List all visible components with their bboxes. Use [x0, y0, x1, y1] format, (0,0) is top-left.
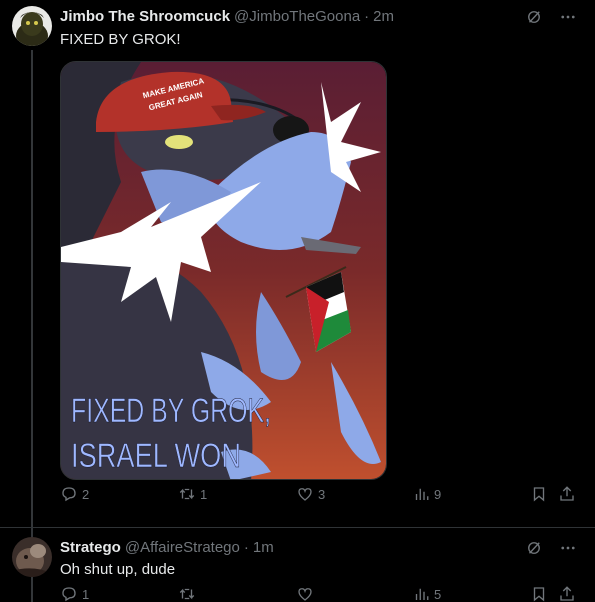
views-button[interactable]: 9	[412, 485, 441, 503]
tweet[interactable]: Stratego @AffaireStratego · 1m Oh shut u…	[0, 527, 595, 602]
timestamp[interactable]: 2m	[373, 8, 394, 25]
display-name[interactable]: Stratego	[60, 539, 121, 556]
retweet-count: 1	[200, 486, 208, 502]
reply-count: 2	[82, 486, 90, 502]
reply-icon	[62, 487, 76, 502]
retweet-icon	[179, 588, 195, 600]
bookmark-icon	[533, 487, 545, 502]
retweet-button[interactable]	[178, 585, 200, 602]
display-name[interactable]: Jimbo The Shroomcuck	[60, 8, 230, 25]
tweet-header: Jimbo The Shroomcuck @JimboTheGoona · 2m	[60, 8, 394, 25]
tweet-image[interactable]: MAKE AMERICA GREAT AGAIN FIXED BY GROK, …	[60, 61, 387, 480]
like-count: 3	[318, 486, 326, 502]
reply-count: 1	[82, 586, 90, 602]
separator-dot: ·	[364, 8, 370, 25]
views-icon	[415, 588, 429, 600]
views-button[interactable]: 5	[412, 585, 441, 602]
tweet-top-actions	[525, 539, 577, 562]
thread-line	[31, 50, 33, 602]
reply-button[interactable]: 2	[60, 485, 89, 503]
grok-icon[interactable]	[525, 539, 543, 562]
avatar[interactable]	[12, 6, 52, 46]
views-icon	[415, 488, 429, 500]
timestamp[interactable]: 1m	[253, 539, 274, 556]
like-button[interactable]	[296, 585, 318, 602]
tweet-text: FIXED BY GROK!	[60, 31, 181, 48]
share-icon	[560, 486, 574, 501]
tweet-text: Oh shut up, dude	[60, 561, 176, 578]
retweet-icon	[179, 488, 195, 500]
bookmark-button[interactable]	[530, 485, 548, 503]
share-button[interactable]	[558, 585, 576, 602]
more-icon[interactable]	[559, 539, 577, 562]
separator-dot: ·	[243, 539, 249, 556]
like-button[interactable]: 3	[296, 485, 325, 503]
more-icon[interactable]	[559, 8, 577, 31]
bookmark-button[interactable]	[530, 585, 548, 602]
share-button[interactable]	[558, 485, 576, 503]
retweet-button[interactable]: 1	[178, 485, 207, 503]
like-icon	[298, 488, 312, 501]
tweet-header: Stratego @AffaireStratego · 1m	[60, 539, 274, 556]
image-caption-1: FIXED BY GROK,	[71, 392, 271, 430]
views-count: 5	[434, 586, 442, 602]
reply-button[interactable]: 1	[60, 585, 89, 602]
tweet-top-actions	[525, 8, 577, 31]
user-handle[interactable]: @AffaireStratego	[125, 539, 240, 556]
reply-icon	[62, 587, 76, 602]
views-count: 9	[434, 486, 442, 502]
avatar[interactable]	[12, 537, 52, 577]
user-handle[interactable]: @JimboTheGoona	[234, 8, 360, 25]
tweet[interactable]: Jimbo The Shroomcuck @JimboTheGoona · 2m…	[0, 0, 595, 602]
share-icon	[560, 586, 574, 601]
image-caption-2: ISRAEL WON	[71, 437, 241, 475]
bookmark-icon	[533, 587, 545, 602]
grok-icon[interactable]	[525, 8, 543, 31]
like-icon	[298, 588, 312, 601]
